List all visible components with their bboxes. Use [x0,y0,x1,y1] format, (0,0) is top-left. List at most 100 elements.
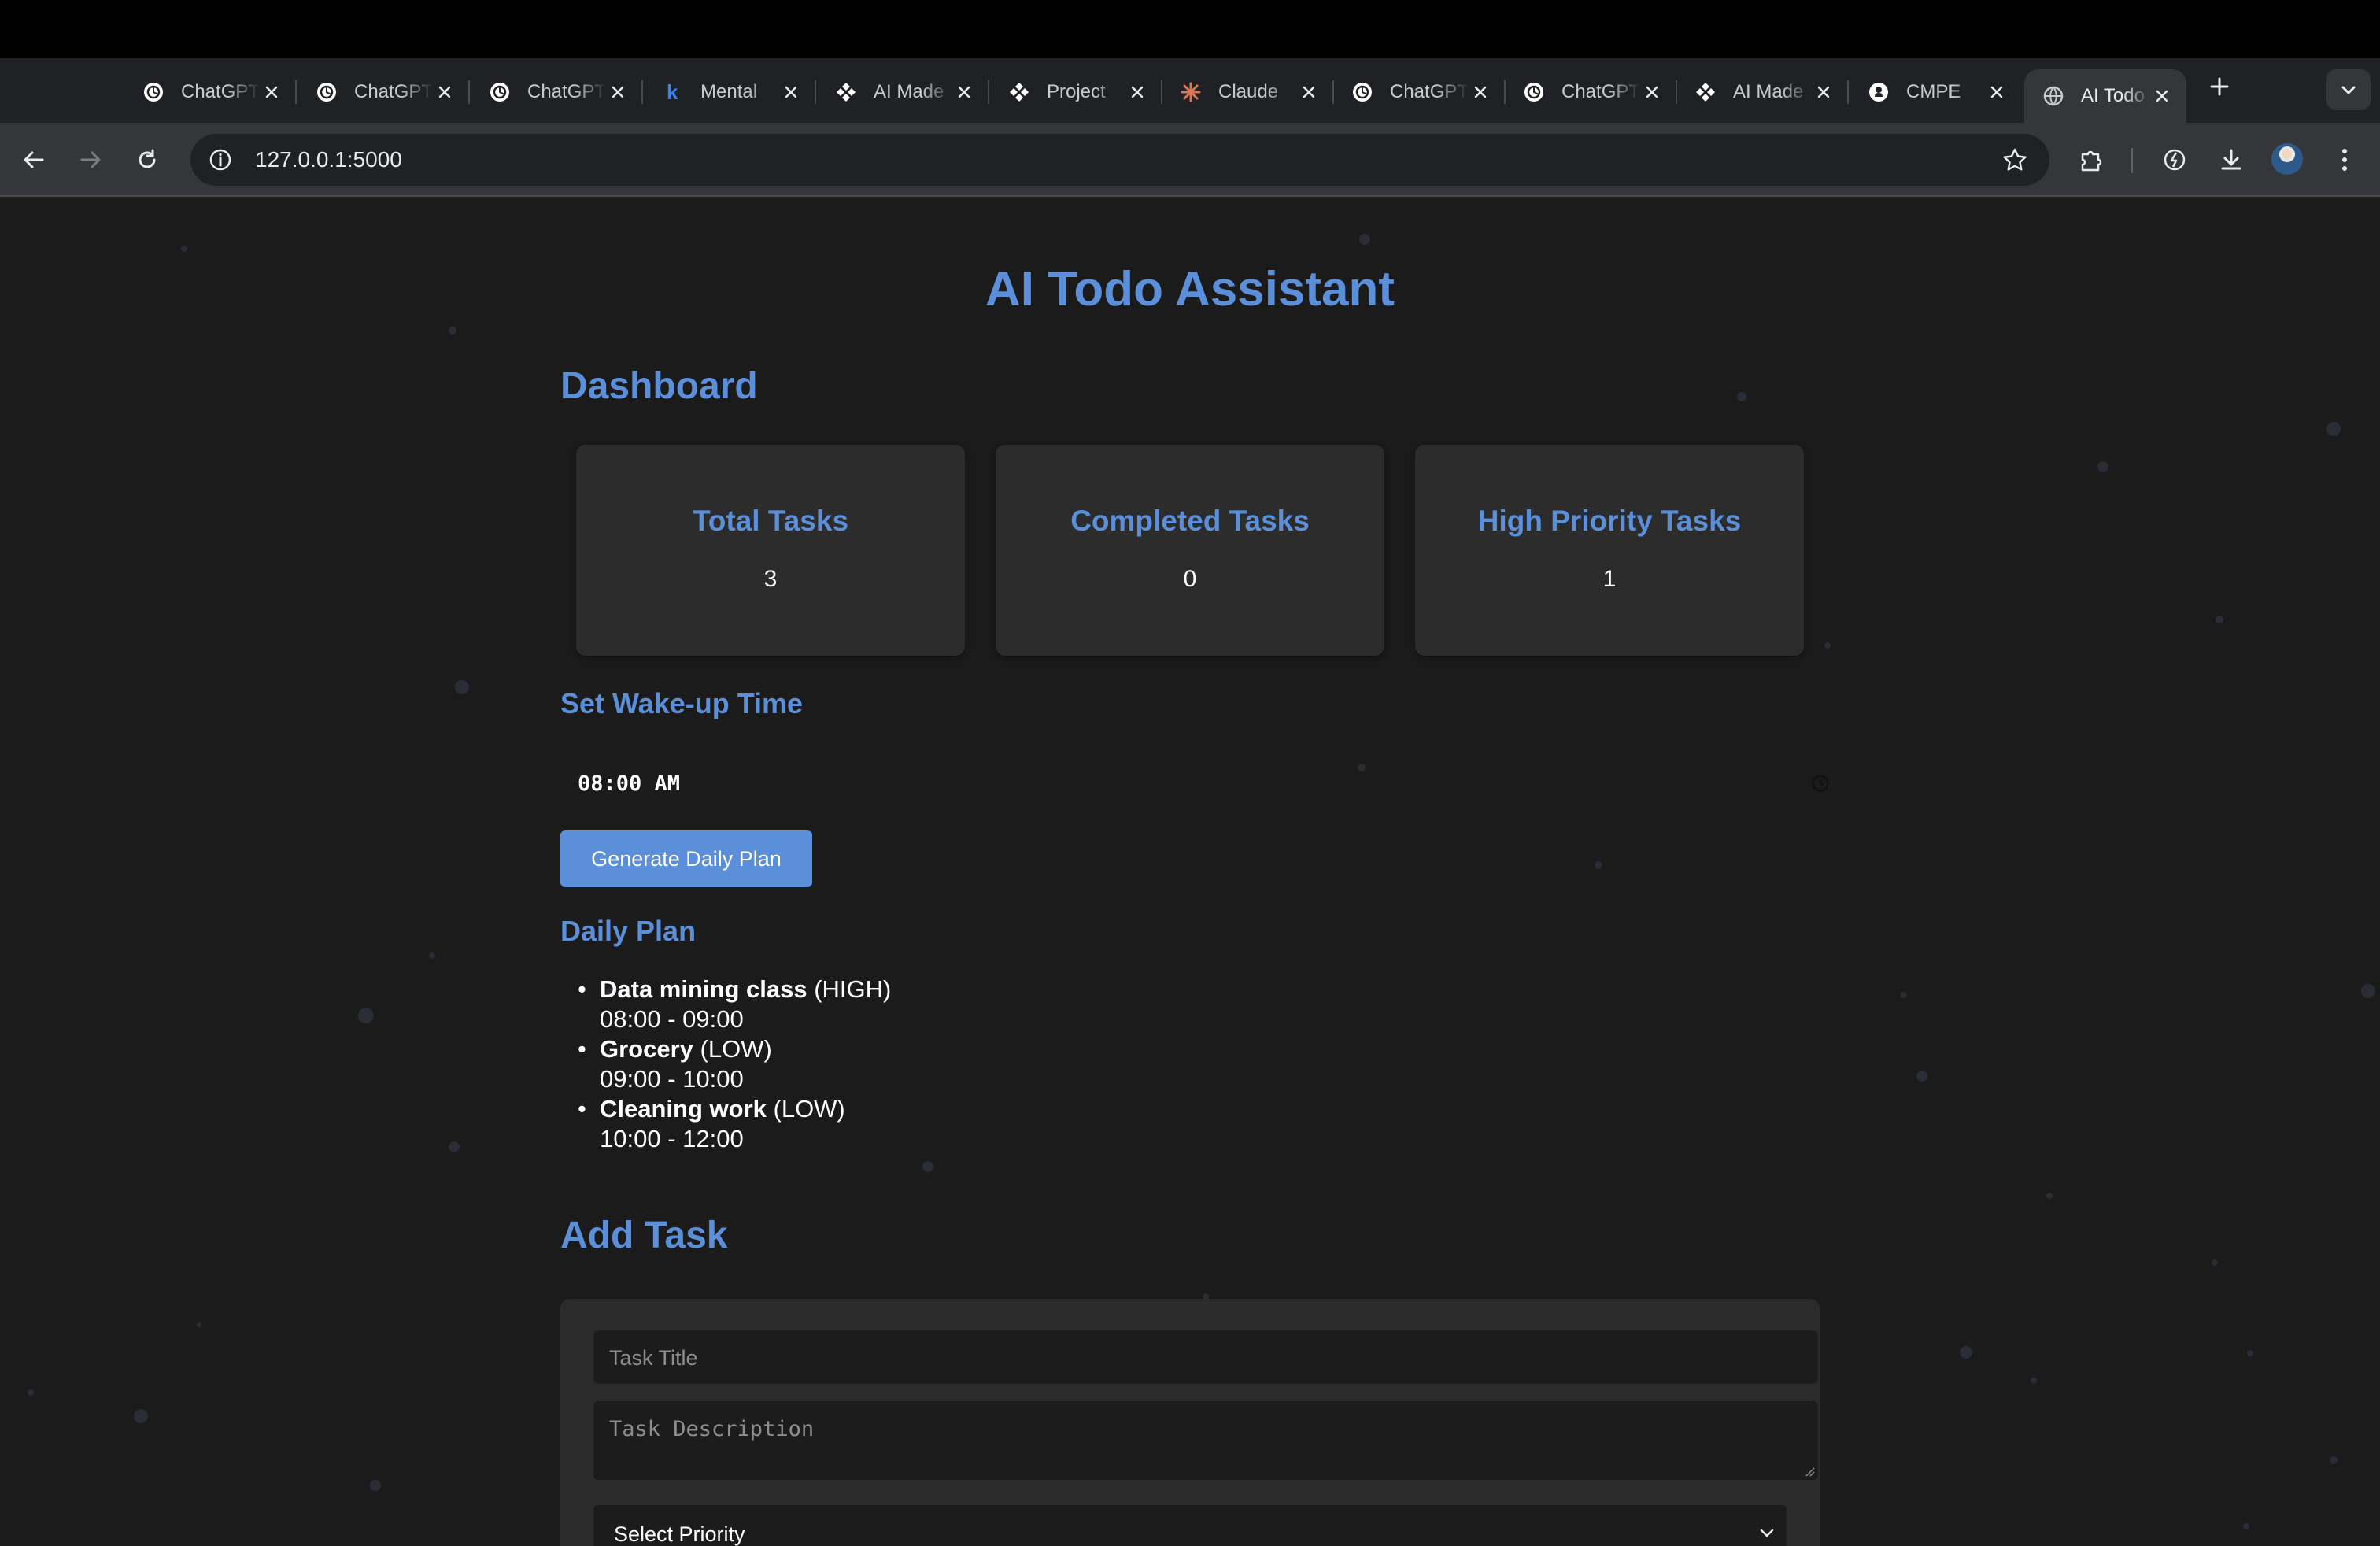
close-icon[interactable] [1125,80,1149,104]
background-particle [358,1008,374,1023]
close-icon[interactable] [952,80,976,104]
background-particle [2046,1193,2053,1199]
close-icon[interactable] [606,80,630,104]
close-icon[interactable] [433,80,456,104]
task-title-input[interactable]: Task Title [592,1329,1820,1385]
background-particle [1824,642,1831,649]
background-particle [449,327,456,335]
plus-icon [2210,77,2229,96]
list-item: Cleaning work (LOW) 10:00 - 12:00 [578,1094,891,1154]
new-tab-button[interactable] [2202,69,2237,104]
tab-separator [815,80,816,104]
close-icon[interactable] [1640,80,1664,104]
tab[interactable]: AI Made [1676,69,1849,115]
stat-card-label: Completed Tasks [1070,505,1310,537]
tab-title: ChatGPT [527,81,606,102]
page-content: AI Todo Assistant Dashboard Total Tasks … [0,197,2380,1546]
tab-title: AI Todo [2081,85,2145,106]
tab-separator [988,80,989,104]
background-particle [429,952,435,959]
extensions-icon[interactable] [2071,140,2111,179]
tab[interactable]: CMPE [1850,69,2021,115]
wake-time-heading: Set Wake-up Time [560,687,804,719]
background-particle [2243,1523,2249,1529]
task-description-input[interactable]: Task Description [592,1400,1820,1481]
close-icon[interactable] [2150,84,2174,108]
add-task-heading: Add Task [560,1215,728,1256]
resize-grip-icon[interactable] [1802,1464,1815,1477]
close-icon[interactable] [1469,80,1492,104]
tab[interactable]: AI Todo [2024,69,2186,123]
forward-button[interactable] [71,140,110,179]
tab[interactable]: ChatGPT [124,69,297,115]
background-particle [2247,1350,2253,1356]
tab-title: ChatGPT [354,81,433,102]
close-icon[interactable] [1812,80,1835,104]
tab[interactable]: AI Made [817,69,989,115]
priority-select[interactable]: Select Priority [592,1503,1788,1546]
chevron-down-icon [2341,86,2356,95]
stat-card-completed: Completed Tasks 0 [996,445,1384,656]
tab[interactable]: Project [990,69,1162,115]
close-icon[interactable] [779,80,803,104]
tab-title: AI Made [1733,81,1804,102]
list-item: Grocery (LOW) 09:00 - 10:00 [578,1034,891,1094]
tab[interactable]: ChatGPT [1333,69,1506,115]
background-particle [1737,392,1746,401]
list-item: Data mining class (HIGH) 08:00 - 09:00 [578,975,891,1034]
background-particle [922,1161,933,1172]
tab-search-button[interactable] [2326,69,2371,110]
tab[interactable]: ChatGPT [298,69,470,115]
background-particle [2361,984,2375,998]
background-particle [1359,234,1370,245]
background-particle [2097,461,2108,472]
tab-title: Project [1047,81,1106,102]
menu-kebab-icon[interactable] [2325,140,2364,179]
generate-daily-plan-button[interactable]: Generate Daily Plan [560,830,812,887]
profile-avatar[interactable] [2271,143,2303,175]
address-bar[interactable]: 127.0.0.1:5000 [190,134,2049,186]
background-particle [1595,861,1602,869]
wake-time-value: 08:00 AM [578,771,681,796]
background-particle [181,246,187,252]
tab-separator [295,80,297,104]
diamond-icon [834,80,858,104]
plan-task-name: Data mining class [600,975,808,1003]
background-particle [449,1141,460,1152]
tab[interactable]: k Mental [644,69,816,115]
diamond-icon [1694,80,1717,104]
tab-separator [468,80,470,104]
task-title-placeholder: Task Title [609,1346,698,1370]
background-particle [134,1409,148,1423]
plan-task-time: 10:00 - 12:00 [600,1125,744,1152]
window-top-bar [0,0,2380,58]
claude-icon [1179,80,1203,104]
tab[interactable]: ChatGPT [1505,69,1677,115]
background-particle [1901,992,1907,998]
back-button[interactable] [14,140,54,179]
close-icon[interactable] [1985,80,2009,104]
stat-card-value: 1 [1602,566,1617,592]
background-particle [2326,422,2341,436]
browser-toolbar: 127.0.0.1:5000 [0,123,2380,197]
reload-button[interactable] [128,140,167,179]
tab-title: ChatGPT [1390,81,1469,102]
clock-icon[interactable] [1810,773,1831,793]
openai-icon [1522,80,1546,104]
bookmark-star-icon[interactable] [2001,146,2029,174]
add-task-form: Task Title Task Description Select Prior… [560,1299,1820,1546]
site-info-icon[interactable] [206,146,235,174]
tab[interactable]: Claude [1162,69,1334,115]
close-icon[interactable] [260,80,283,104]
plan-task-priority: (LOW) [700,1035,772,1063]
download-icon[interactable] [2212,140,2251,179]
openai-icon [142,80,165,104]
background-particle [2031,1378,2037,1384]
close-icon[interactable] [1297,80,1321,104]
stat-card-high-priority: High Priority Tasks 1 [1415,445,1804,656]
globe-icon [2042,84,2065,108]
wake-time-input[interactable]: 08:00 AM [560,756,1831,811]
tab[interactable]: ChatGPT [471,69,643,115]
performance-icon[interactable] [2155,140,2194,179]
svg-text:k: k [667,81,678,103]
